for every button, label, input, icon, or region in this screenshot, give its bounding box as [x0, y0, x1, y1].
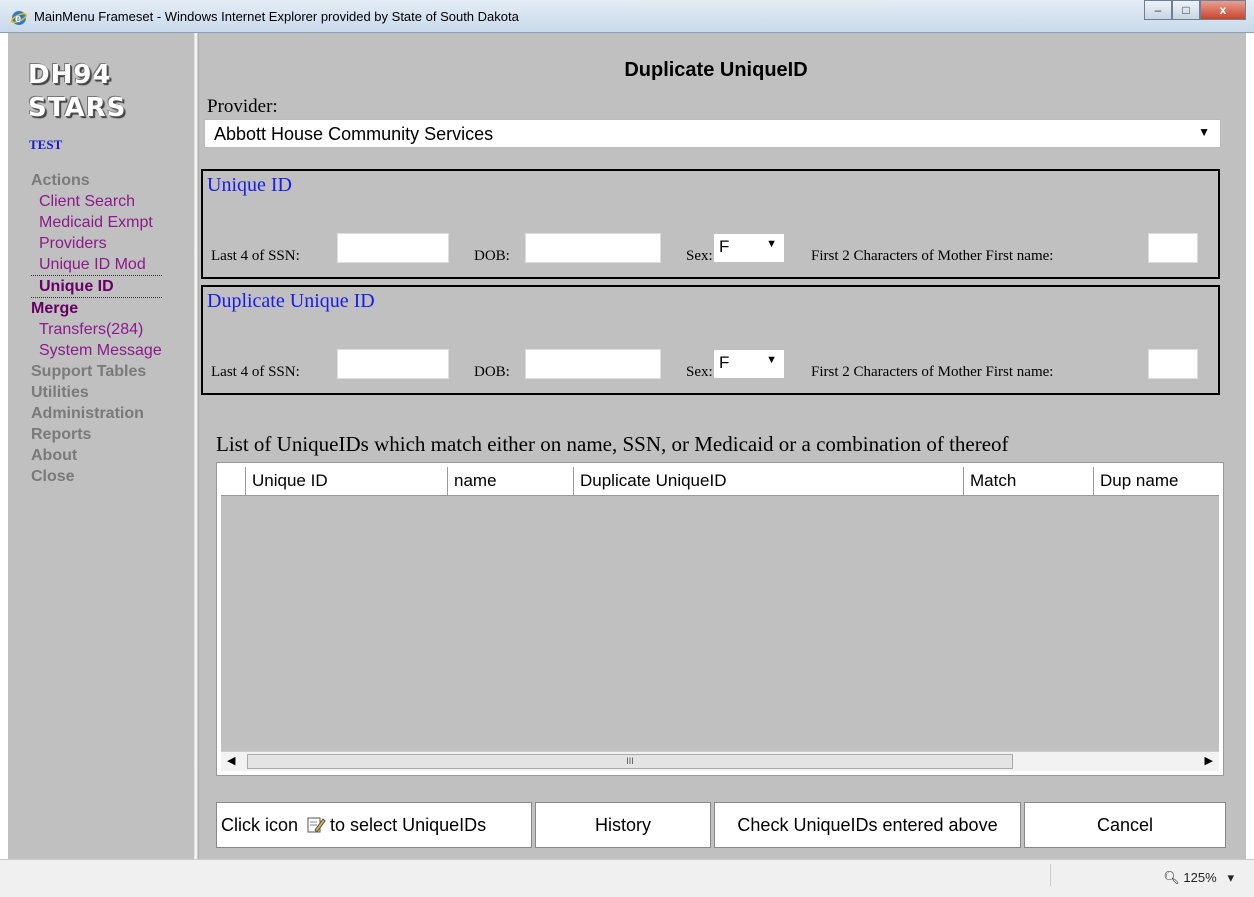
nav-item-unique-id-mod[interactable]: Unique ID Mod: [31, 254, 162, 275]
unique-id-legend: Unique ID: [207, 174, 292, 196]
chevron-down-icon: ▼: [766, 354, 777, 366]
grid-header: Unique ID name Duplicate UniqueID Match …: [221, 467, 1219, 496]
logo-line-1: DH94: [28, 60, 112, 90]
duplicate-unique-id-legend: Duplicate Unique ID: [207, 290, 375, 312]
edit-pick-icon: [307, 817, 326, 833]
close-window-button[interactable]: x: [1200, 0, 1246, 20]
nav-item-medicaid-exmpt[interactable]: Medicaid Exmpt: [31, 212, 162, 233]
window-title: MainMenu Frameset - Windows Internet Exp…: [34, 9, 519, 24]
dup-dob-input[interactable]: [525, 349, 661, 379]
list-caption: List of UniqueIDs which match either on …: [216, 432, 1009, 456]
logo-line-2: STARS: [28, 93, 127, 123]
dup-mother-name-input[interactable]: [1148, 349, 1198, 379]
nav-item-client-search[interactable]: Client Search: [31, 191, 162, 212]
scroll-grip: III: [626, 756, 634, 766]
dup-ssn-label: Last 4 of SSN:: [211, 364, 300, 380]
scroll-left-icon[interactable]: ◀: [227, 754, 235, 767]
svg-text:e: e: [15, 13, 21, 25]
chevron-down-icon: ▼: [1198, 125, 1210, 139]
nav-section-utilities[interactable]: Utilities: [31, 382, 162, 403]
dup-mother-name-label: First 2 Characters of Mother First name:: [811, 364, 1054, 380]
nav-section-about[interactable]: About: [31, 445, 162, 466]
provider-select-value: Abbott House Community Services: [214, 124, 494, 144]
dob-label: DOB:: [474, 248, 510, 264]
nav-item-system-message[interactable]: System Message: [31, 340, 162, 361]
ssn-label: Last 4 of SSN:: [211, 248, 300, 264]
col-duplicate-uniqueid[interactable]: Duplicate UniqueID: [573, 467, 963, 496]
nav-section-support-tables[interactable]: Support Tables: [31, 361, 162, 382]
dup-ssn-input[interactable]: [337, 349, 449, 379]
select-hint: Click icon to select UniqueIDs: [216, 802, 532, 848]
nav-section-actions[interactable]: Actions: [31, 170, 162, 191]
mother-name-label: First 2 Characters of Mother First name:: [811, 248, 1054, 264]
window-titlebar: e MainMenu Frameset - Windows Internet E…: [0, 0, 1254, 33]
provider-select[interactable]: Abbott House Community Services ▼: [204, 119, 1221, 148]
nav-section-administration[interactable]: Administration: [31, 403, 162, 424]
dob-input[interactable]: [525, 233, 661, 263]
nav-item-transfers[interactable]: Transfers(284): [31, 319, 162, 340]
nav-section-reports[interactable]: Reports: [31, 424, 162, 445]
button-bar: Click icon to select UniqueIDs History C…: [216, 802, 1226, 848]
ie-icon: e: [11, 11, 27, 25]
dup-sex-select[interactable]: F ▼: [714, 350, 784, 378]
col-dup-name[interactable]: Dup name: [1093, 467, 1221, 496]
check-uniqueids-button[interactable]: Check UniqueIDs entered above: [714, 802, 1021, 848]
zoom-control[interactable]: 🔍︎ 125% ▾: [1163, 870, 1234, 886]
duplicate-unique-id-group: Duplicate Unique ID Last 4 of SSN: DOB: …: [201, 285, 1220, 395]
page-content: DH94 STARS TEST Actions Client Search Me…: [8, 33, 1246, 859]
zoom-icon: 🔍︎: [1163, 870, 1180, 885]
frame-divider[interactable]: [194, 33, 199, 859]
col-name[interactable]: name: [447, 467, 573, 496]
cancel-button[interactable]: Cancel: [1024, 802, 1226, 848]
sex-label: Sex:: [686, 248, 713, 264]
zoom-level: 125%: [1183, 870, 1217, 885]
ssn-input[interactable]: [337, 233, 449, 263]
nav-section-close[interactable]: Close: [31, 466, 162, 487]
sidebar: DH94 STARS TEST Actions Client Search Me…: [8, 33, 193, 859]
status-divider: [1050, 864, 1051, 886]
nav-item-providers[interactable]: Providers: [31, 233, 162, 254]
main-panel: Duplicate UniqueID Provider: Abbott Hous…: [201, 33, 1246, 859]
nav-section-merge[interactable]: Merge: [31, 298, 162, 319]
chevron-down-icon: ▾: [1220, 870, 1234, 885]
page-title: Duplicate UniqueID: [624, 59, 808, 81]
col-unique-id[interactable]: Unique ID: [245, 467, 447, 496]
scroll-right-icon[interactable]: ▶: [1205, 754, 1213, 767]
matches-grid[interactable]: Unique ID name Duplicate UniqueID Match …: [216, 462, 1224, 776]
horizontal-scrollbar[interactable]: ◀ III ▶: [221, 751, 1219, 771]
dup-dob-label: DOB:: [474, 364, 510, 380]
mother-name-input[interactable]: [1148, 233, 1198, 263]
dup-sex-label: Sex:: [686, 364, 713, 380]
status-bar: 🔍︎ 125% ▾: [0, 859, 1254, 897]
hint-suffix: to select UniqueIDs: [330, 814, 487, 835]
grid-body: Unique ID name Duplicate UniqueID Match …: [221, 467, 1219, 771]
minimize-button[interactable]: –: [1144, 0, 1172, 20]
sex-select[interactable]: F ▼: [714, 234, 784, 262]
hint-prefix: Click icon: [221, 814, 299, 835]
sidebar-nav: Actions Client Search Medicaid Exmpt Pro…: [31, 170, 162, 487]
col-match[interactable]: Match: [963, 467, 1093, 496]
app-logo: DH94 STARS: [28, 59, 126, 125]
sex-select-value: F: [719, 237, 730, 256]
history-button[interactable]: History: [535, 802, 711, 848]
nav-item-unique-id[interactable]: Unique ID: [31, 275, 162, 298]
unique-id-group: Unique ID Last 4 of SSN: DOB: Sex: F ▼ F…: [201, 169, 1220, 279]
scroll-thumb[interactable]: III: [247, 754, 1013, 769]
window-controls: – □ x: [1144, 0, 1246, 22]
chevron-down-icon: ▼: [766, 238, 777, 250]
environment-label: TEST: [29, 137, 63, 152]
maximize-button[interactable]: □: [1172, 0, 1200, 20]
dup-sex-select-value: F: [719, 353, 730, 372]
provider-label: Provider:: [207, 96, 278, 117]
